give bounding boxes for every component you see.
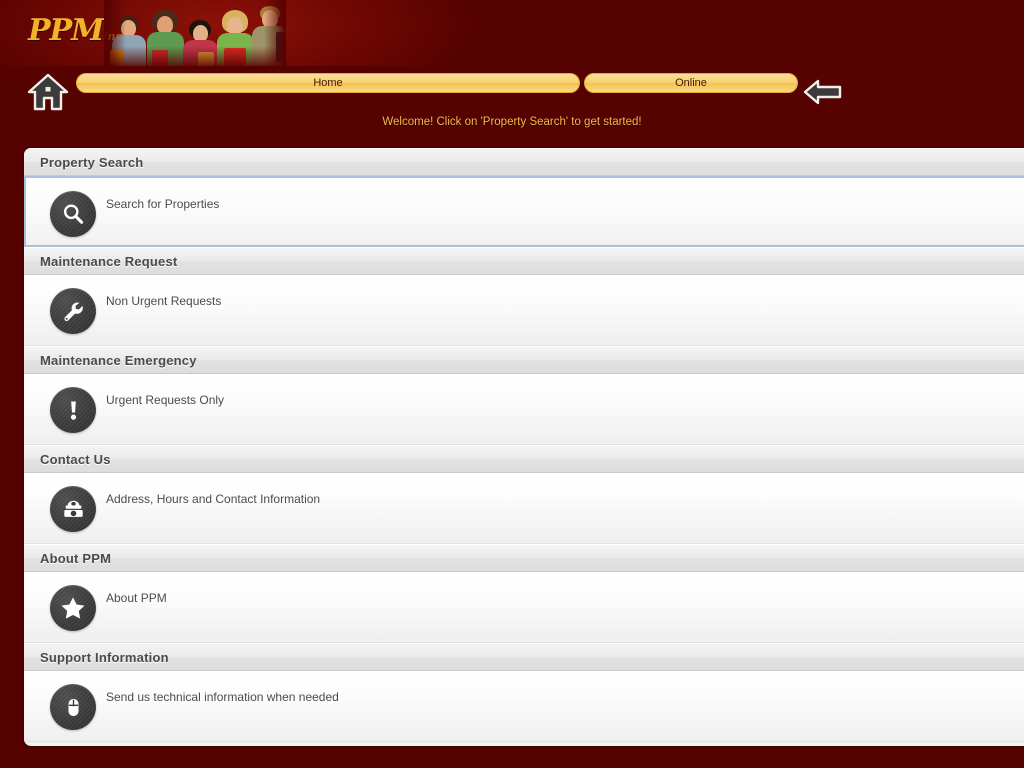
back-arrow-icon	[803, 79, 842, 105]
banner-people-photo	[104, 0, 286, 66]
mouse-icon	[50, 684, 96, 730]
list-item-about-ppm[interactable]: About PPM	[24, 572, 1024, 643]
list-item-label: Send us technical information when neede…	[106, 690, 339, 704]
back-button[interactable]	[802, 76, 844, 108]
section-header-about-ppm: About PPM	[24, 544, 1024, 572]
logo-text: PPM	[28, 13, 104, 48]
site-banner: PPMinc.	[0, 0, 1024, 66]
navigation-bar: Home Online	[0, 70, 1024, 116]
exclamation-icon	[50, 387, 96, 433]
list-item-label: Search for Properties	[106, 197, 220, 211]
section-header-contact-us: Contact Us	[24, 445, 1024, 473]
list-item-search-for-properties[interactable]: Search for Properties	[24, 176, 1024, 247]
section-header-property-search: Property Search	[24, 148, 1024, 176]
welcome-message: Welcome! Click on 'Property Search' to g…	[382, 116, 642, 128]
list-item-label: Address, Hours and Contact Information	[106, 492, 321, 506]
main-panel: Property Search Search for Properties Ma…	[24, 148, 1024, 746]
star-icon	[50, 585, 96, 631]
tab-bar: Home Online	[76, 73, 798, 93]
list-item-address-hours-contact[interactable]: Address, Hours and Contact Information	[24, 473, 1024, 544]
section-header-maintenance-emergency: Maintenance Emergency	[24, 346, 1024, 374]
ppm-logo[interactable]: PPMinc.	[28, 8, 126, 58]
tab-home[interactable]: Home	[76, 73, 580, 93]
telephone-icon	[50, 486, 96, 532]
home-button[interactable]	[26, 72, 70, 112]
tab-online[interactable]: Online	[584, 73, 798, 93]
list-item-label: Urgent Requests Only	[106, 393, 225, 407]
list-item-non-urgent-requests[interactable]: Non Urgent Requests	[24, 275, 1024, 346]
list-item-urgent-requests-only[interactable]: Urgent Requests Only	[24, 374, 1024, 445]
section-header-support-information: Support Information	[24, 643, 1024, 671]
wrench-icon	[50, 288, 96, 334]
list-item-label: About PPM	[106, 591, 167, 605]
home-icon	[27, 73, 69, 111]
section-header-maintenance-request: Maintenance Request	[24, 247, 1024, 275]
photo-edge-fade	[104, 0, 286, 66]
list-item-label: Non Urgent Requests	[106, 294, 222, 308]
magnifier-icon	[50, 191, 96, 237]
list-item-send-technical-information[interactable]: Send us technical information when neede…	[24, 671, 1024, 742]
